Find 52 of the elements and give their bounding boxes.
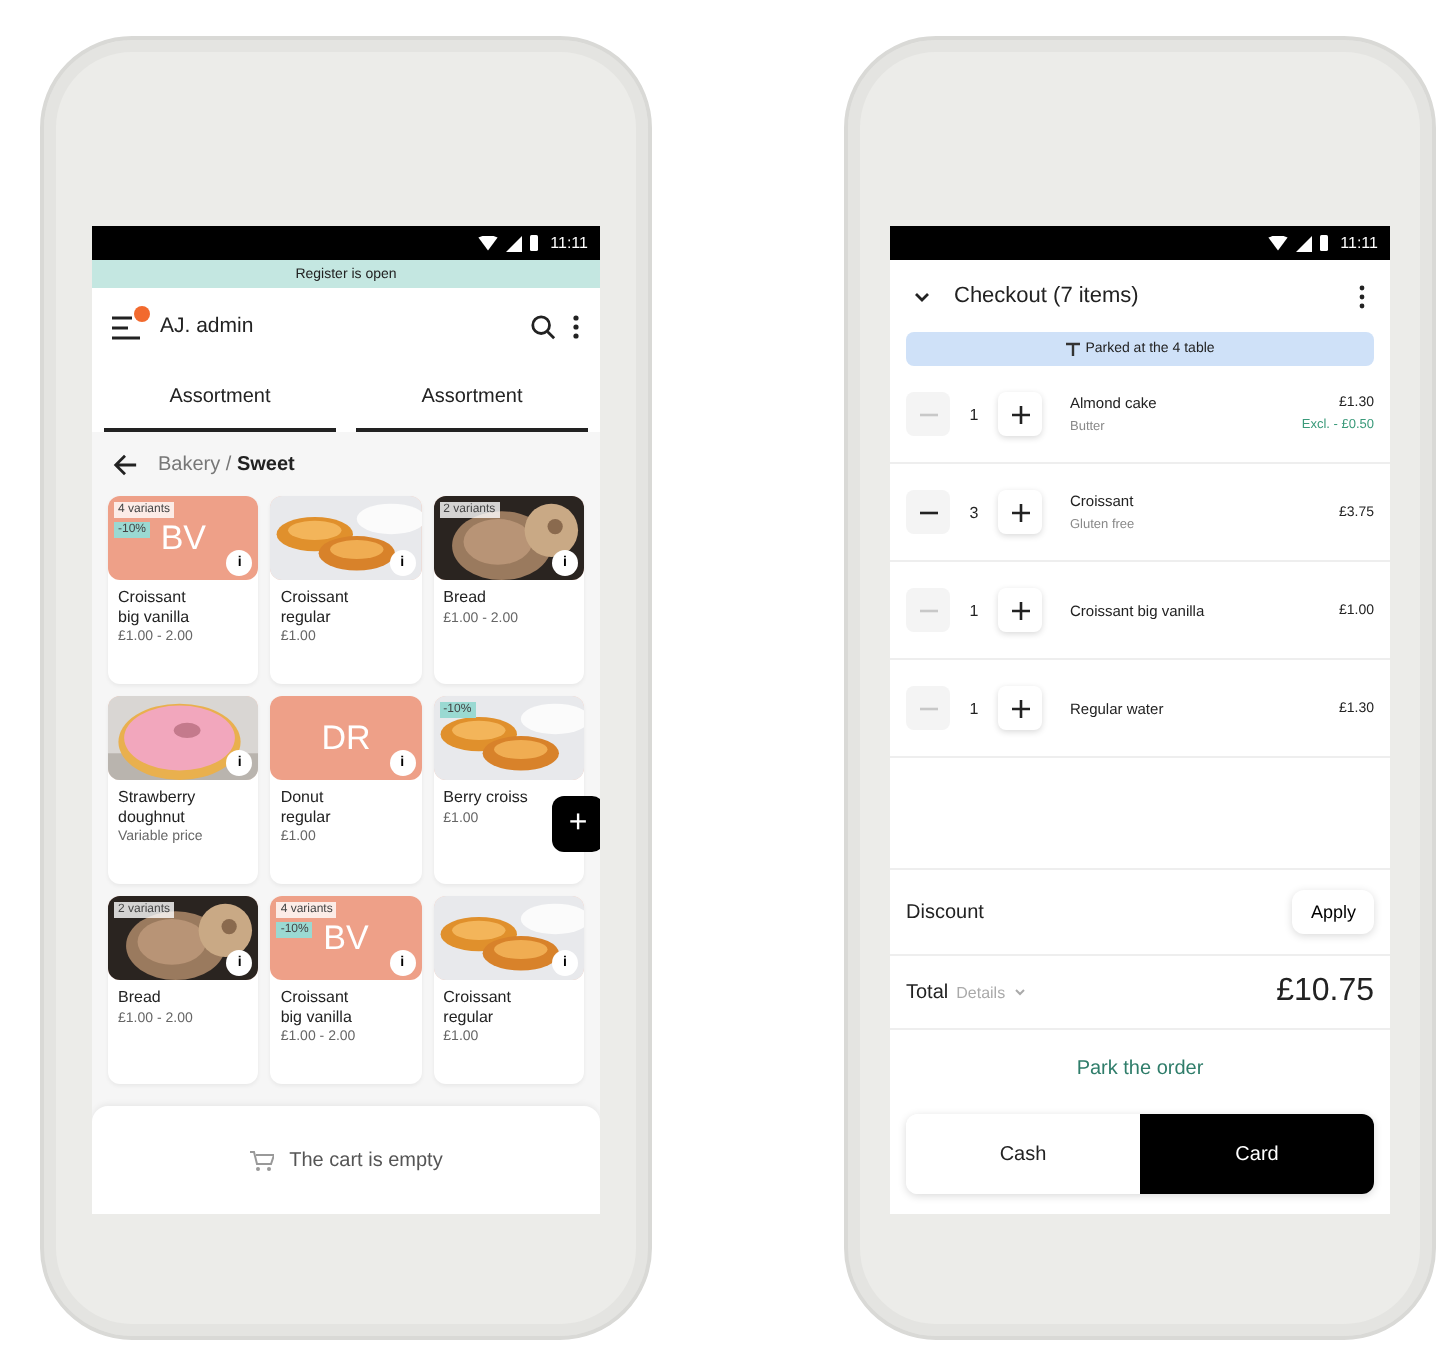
- more-icon[interactable]: [1358, 283, 1366, 309]
- add-button[interactable]: +: [552, 796, 600, 852]
- product-name: Croissant regular: [280, 588, 351, 627]
- park-order-link[interactable]: Park the order: [1064, 1055, 1216, 1081]
- chevron-down-icon[interactable]: [914, 291, 930, 301]
- quantity: 1: [967, 699, 981, 717]
- payment-option[interactable]: Cash: [906, 1114, 1140, 1194]
- user-name: AJ. admin: [160, 314, 256, 338]
- battery-icon: [530, 234, 539, 252]
- back-arrow-icon[interactable]: [112, 451, 138, 477]
- product-name: Croissant big vanilla: [118, 588, 192, 627]
- tab[interactable]: Assortment: [356, 364, 588, 432]
- quantity: 3: [967, 503, 981, 521]
- more-icon[interactable]: [572, 313, 580, 339]
- payment-option[interactable]: Card: [1140, 1114, 1374, 1194]
- apply-button[interactable]: Apply: [1292, 890, 1374, 934]
- wifi-icon: [478, 235, 499, 251]
- discount-label: Discount: [906, 901, 984, 923]
- plus-button[interactable]: [998, 588, 1042, 632]
- product-name: Bread: [443, 588, 489, 608]
- status-time: 11:11: [1340, 234, 1378, 252]
- plus-icon: [1011, 601, 1029, 619]
- plus-icon: [1011, 699, 1029, 717]
- plus-button[interactable]: [998, 490, 1042, 534]
- battery-icon: [1320, 234, 1329, 252]
- product-initials: BV: [160, 521, 206, 555]
- product-name: Strawberry doughnut: [118, 788, 198, 827]
- product-name: Croissant regular: [443, 988, 513, 1027]
- product-name: Croissant big vanilla: [280, 988, 354, 1027]
- signal-icon: [1294, 235, 1315, 251]
- total-label: Total: [906, 981, 949, 1003]
- plus-button[interactable]: [998, 686, 1042, 730]
- plus-button[interactable]: [998, 392, 1042, 436]
- tab[interactable]: Assortment: [104, 364, 336, 432]
- product-name: Bread: [118, 988, 163, 1008]
- breadcrumb: Bakery / Sweet: [158, 453, 295, 475]
- product-name: Donut regular: [280, 788, 333, 827]
- product-initials: BV: [323, 921, 369, 955]
- product-name: Berry croiss: [443, 788, 530, 808]
- quantity: 1: [967, 601, 981, 619]
- status-time: 11:11: [550, 234, 588, 252]
- product-initials: DR: [321, 721, 371, 755]
- total-amount: £10.75: [1276, 974, 1374, 1010]
- signal-icon: [504, 235, 525, 251]
- search-icon[interactable]: [530, 313, 556, 339]
- quantity: 1: [967, 405, 981, 423]
- cart-icon: [249, 1149, 274, 1171]
- cart-empty-text: The cart is empty: [289, 1149, 443, 1171]
- checkout-title: Checkout (7 items): [954, 284, 1141, 308]
- wifi-icon: [1268, 235, 1289, 251]
- plus-icon: [1011, 503, 1029, 521]
- plus-icon: [1011, 405, 1029, 423]
